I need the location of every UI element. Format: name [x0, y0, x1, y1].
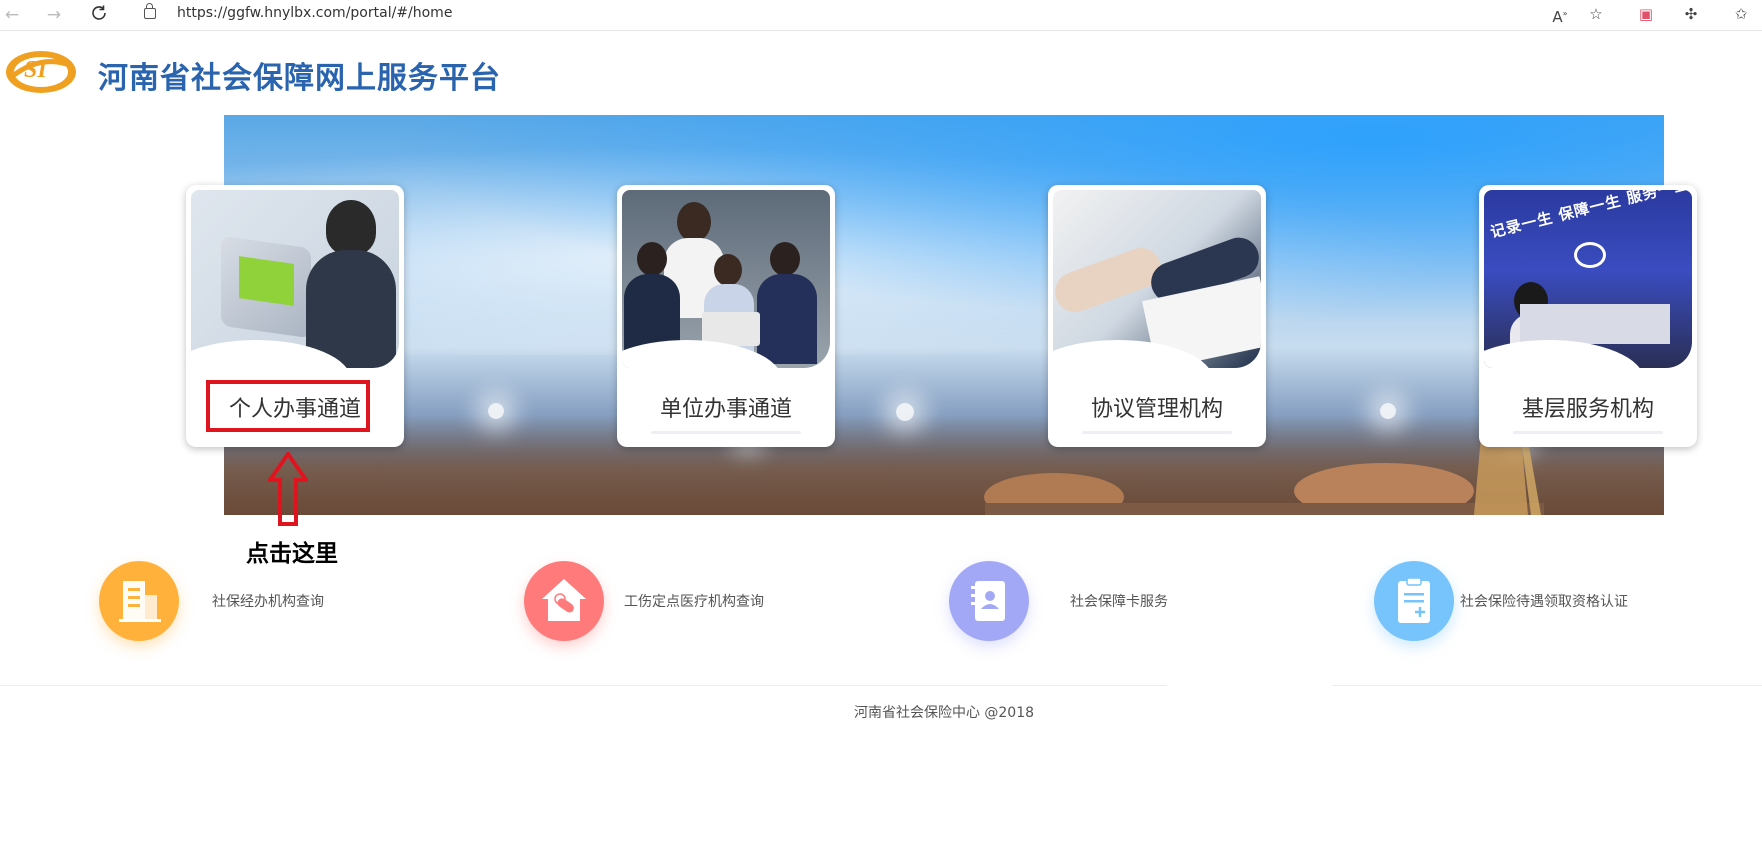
channel-card-grassroots[interactable]: 记录一生 保障一生 服务一生 基层服务机构 — [1479, 185, 1697, 447]
extensions-icon[interactable]: ✣ — [1680, 3, 1702, 25]
footer-divider — [0, 685, 1762, 686]
handshake-photo — [1053, 190, 1261, 368]
channel-card-agreement[interactable]: 协议管理机构 — [1048, 185, 1266, 447]
favorite-add-icon[interactable]: ☆ — [1585, 3, 1607, 25]
site-title[interactable]: 河南省社会保障网上服务平台 — [98, 53, 501, 97]
medical-house-icon[interactable] — [524, 561, 604, 641]
footer-copyright: 河南省社会保险中心 @2018 — [853, 705, 1035, 721]
channel-label[interactable]: 单位办事通道 — [617, 391, 835, 423]
clipboard-icon[interactable] — [1374, 561, 1454, 641]
collections-icon[interactable]: ▣ — [1635, 3, 1657, 25]
favorites-icon[interactable]: ✩ — [1730, 3, 1752, 25]
annotation-highlight-box — [206, 380, 370, 432]
service-link-agency-query[interactable]: 社保经办机构查询 — [212, 591, 324, 611]
service-link-social-security-card[interactable]: 社会保障卡服务 — [1070, 591, 1168, 611]
back-icon[interactable]: ← — [1, 4, 23, 26]
service-link-benefit-certification[interactable]: 社会保险待遇领取资格认证 — [1460, 591, 1628, 611]
address-bar[interactable]: https://ggfw.hnylbx.com/portal/#/home — [128, 2, 1688, 26]
annotation-arrow-up-icon — [268, 452, 308, 526]
channel-label[interactable]: 基层服务机构 — [1479, 391, 1697, 423]
service-link-injury-medical-query[interactable]: 工伤定点医疗机构查询 — [624, 591, 764, 611]
service-hall-photo: 记录一生 保障一生 服务一生 — [1484, 190, 1692, 368]
card-book-icon[interactable] — [949, 561, 1029, 641]
channel-card-unit[interactable]: 单位办事通道 — [617, 185, 835, 447]
lock-icon[interactable] — [144, 3, 156, 19]
url-text[interactable]: https://ggfw.hnylbx.com/portal/#/home — [177, 5, 452, 21]
channel-label[interactable]: 协议管理机构 — [1048, 391, 1266, 423]
reload-icon[interactable] — [88, 4, 110, 26]
browser-toolbar: ← → https://ggfw.hnylbx.com/portal/#/hom… — [0, 0, 1762, 31]
annotation-hint: 点击这里 — [246, 541, 338, 567]
forward-icon[interactable]: → — [43, 4, 65, 26]
read-aloud-icon[interactable]: A» — [1549, 3, 1571, 26]
logo-text: SI — [24, 57, 47, 83]
si-logo[interactable]: SI — [4, 48, 78, 96]
team-photo — [622, 190, 830, 368]
banner — [224, 115, 1664, 515]
person-at-kiosk-photo — [191, 190, 399, 368]
building-icon[interactable] — [99, 561, 179, 641]
banner-sign: 记录一生 保障一生 服务一生 — [1488, 190, 1692, 242]
